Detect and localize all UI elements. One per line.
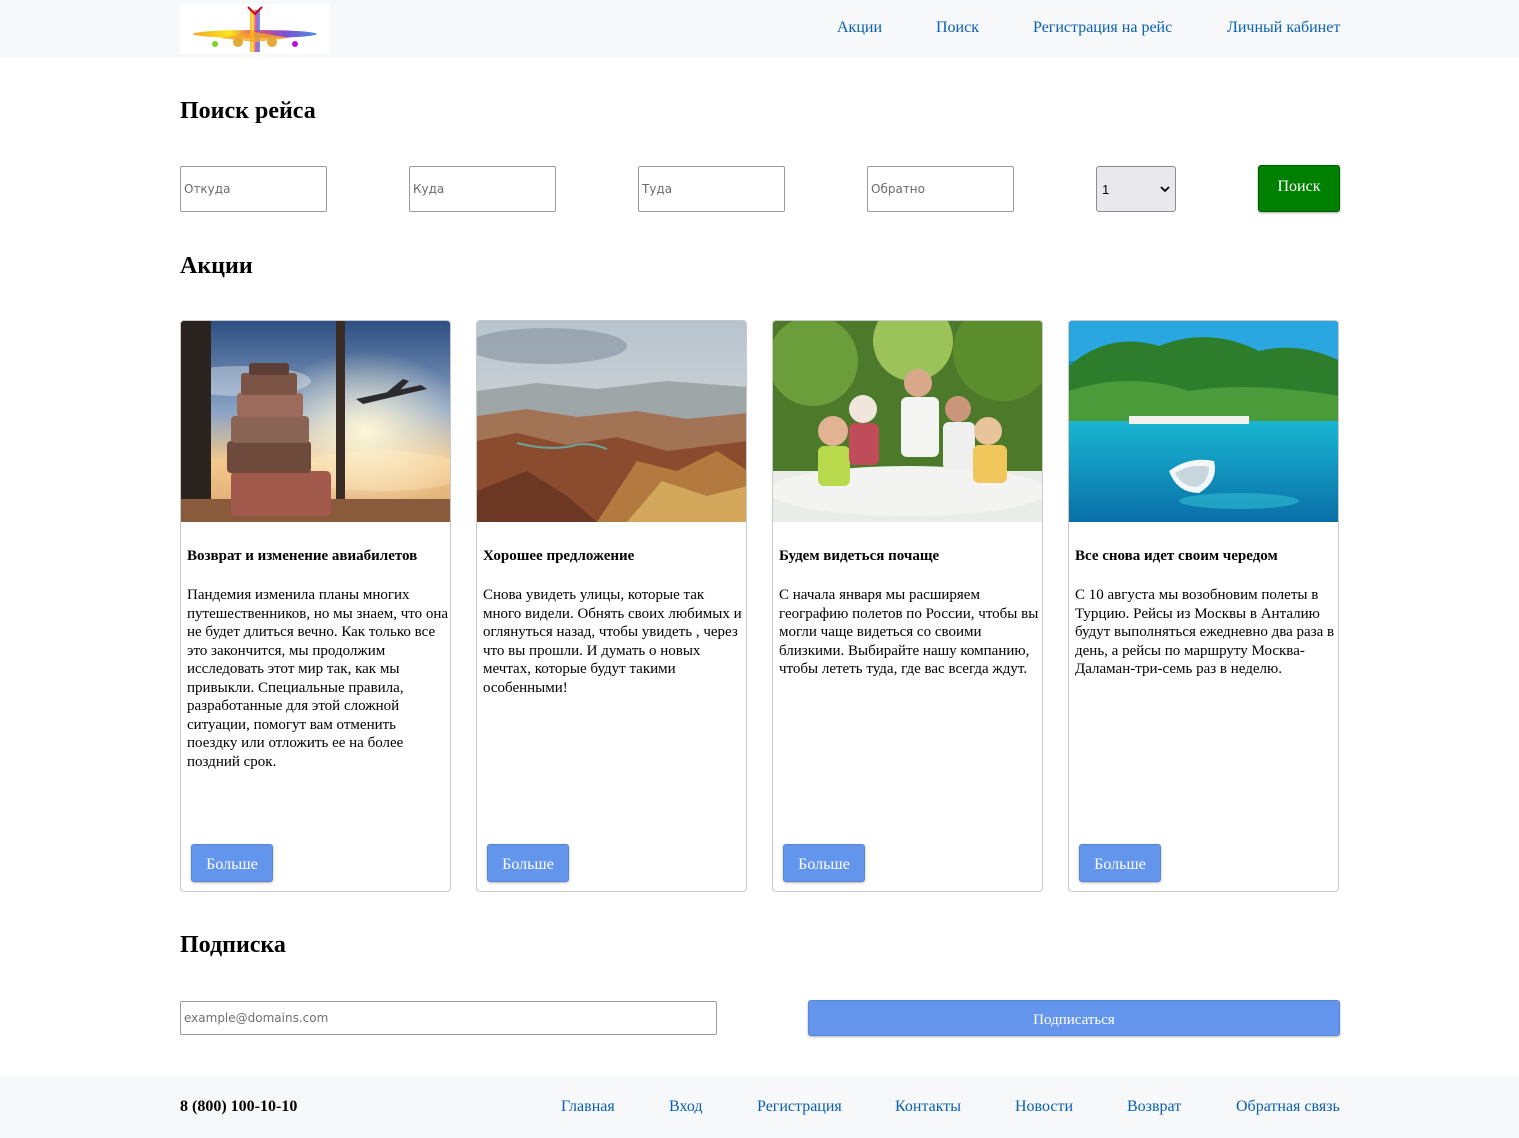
promo-title: Хорошее предложение <box>483 548 635 564</box>
more-button[interactable]: Больше <box>487 844 569 882</box>
email-input[interactable]: example@domains.com <box>180 1001 717 1035</box>
footer-link-contacts[interactable]: Контакты <box>895 1098 961 1116</box>
footer-link-register[interactable]: Регистрация <box>757 1098 842 1116</box>
chevron-down-icon <box>1160 185 1170 192</box>
from-placeholder: Откуда <box>184 182 231 196</box>
depart-date-input[interactable]: Туда <box>638 166 785 212</box>
to-input[interactable]: Куда <box>409 166 556 212</box>
more-button[interactable]: Больше <box>191 844 273 882</box>
promo-image-suitcases <box>181 321 450 522</box>
promo-text: С 10 августа мы возобновим полеты в Турц… <box>1075 587 1335 677</box>
footer-link-login[interactable]: Вход <box>669 1098 703 1116</box>
promo-card: Все снова идет своим чередом С 10 август… <box>1068 320 1339 892</box>
promo-image-family <box>773 321 1042 522</box>
search-button[interactable]: Поиск <box>1258 165 1340 212</box>
phone-number: 8 (800) 100-10-10 <box>180 1098 298 1115</box>
promo-image-bay <box>1069 321 1338 522</box>
passengers-select[interactable]: 1 <box>1096 166 1176 212</box>
more-button[interactable]: Больше <box>1079 844 1161 882</box>
to-placeholder: Куда <box>413 182 445 196</box>
promo-image-canyon <box>477 321 746 522</box>
depart-placeholder: Туда <box>642 182 673 196</box>
return-placeholder: Обратно <box>871 182 925 196</box>
promo-title: Все снова идет своим чередом <box>1075 548 1278 564</box>
promo-text: Пандемия изменила планы многих путешеств… <box>187 587 449 770</box>
nav-link-search[interactable]: Поиск <box>936 19 979 39</box>
promo-title: Возврат и изменение авиабилетов <box>187 548 418 564</box>
promo-card: Хорошее предложение Снова увидеть улицы,… <box>476 320 747 892</box>
footer-link-feedback[interactable]: Обратная связь <box>1236 1098 1340 1116</box>
nav-link-promos[interactable]: Акции <box>837 19 882 39</box>
nav-link-checkin[interactable]: Регистрация на рейс <box>1033 19 1172 39</box>
nav-link-account[interactable]: Личный кабинет <box>1227 19 1340 39</box>
footer-link-refund[interactable]: Возврат <box>1127 1098 1181 1116</box>
subscribe-button[interactable]: Подписаться <box>808 1000 1340 1036</box>
passengers-value: 1 <box>1102 181 1110 197</box>
from-input[interactable]: Откуда <box>180 166 327 212</box>
more-button[interactable]: Больше <box>783 844 865 882</box>
subscribe-heading: Подписка <box>180 932 286 958</box>
footer-link-home[interactable]: Главная <box>561 1098 615 1116</box>
email-placeholder: example@domains.com <box>184 1011 329 1025</box>
promos-heading: Акции <box>180 253 253 279</box>
footer-link-news[interactable]: Новости <box>1015 1098 1073 1116</box>
return-date-input[interactable]: Обратно <box>867 166 1014 212</box>
site-header: Акции Поиск Регистрация на рейс Личный к… <box>0 0 1519 57</box>
promo-card: Будем видеться почаще С начала января мы… <box>772 320 1043 892</box>
search-heading: Поиск рейса <box>180 98 316 124</box>
promo-text: С начала января мы расширяем географию п… <box>779 587 1039 677</box>
promo-card: Возврат и изменение авиабилетов Пандемия… <box>180 320 451 892</box>
logo[interactable] <box>180 4 330 54</box>
promo-title: Будем видеться почаще <box>779 548 940 564</box>
promo-text: Снова увидеть улицы, которые так много в… <box>483 587 742 696</box>
